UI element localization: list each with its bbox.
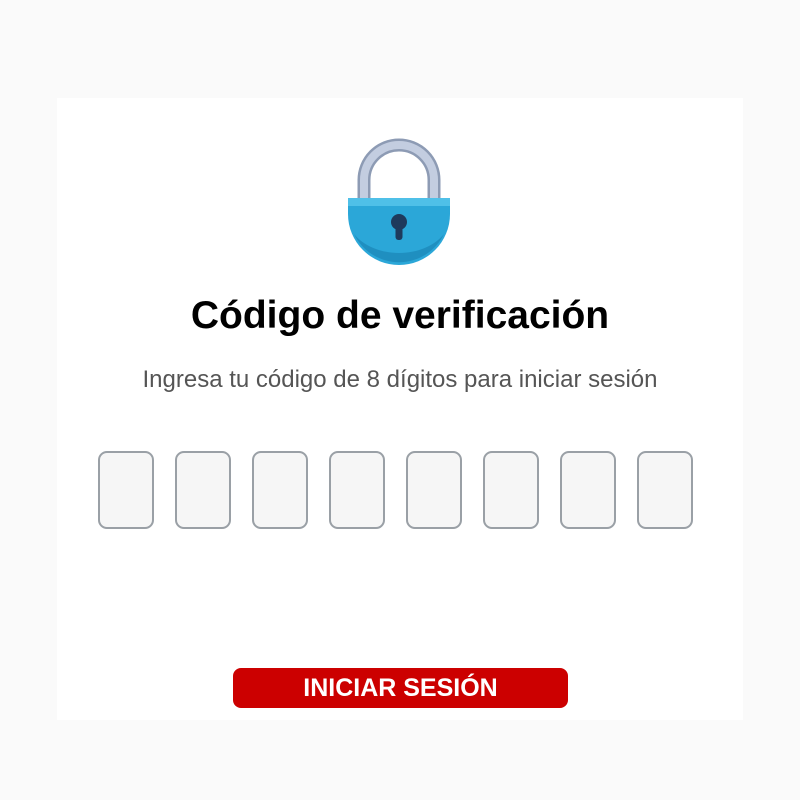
login-button[interactable]: INICIAR SESIÓN (233, 668, 568, 708)
code-digit-2[interactable] (175, 451, 231, 529)
code-digit-4[interactable] (329, 451, 385, 529)
code-digit-1[interactable] (98, 451, 154, 529)
instructions-text: Ingresa tu código de 8 dígitos para inic… (142, 366, 658, 393)
padlock-icon (348, 138, 450, 265)
code-digit-3[interactable] (252, 451, 308, 529)
code-digit-5[interactable] (406, 451, 462, 529)
code-digit-6[interactable] (483, 451, 539, 529)
code-digit-7[interactable] (560, 451, 616, 529)
code-digit-8[interactable] (637, 451, 693, 529)
verification-card: Código de verificación Ingresa tu código… (57, 98, 743, 720)
page-title: Código de verificación (190, 294, 610, 337)
